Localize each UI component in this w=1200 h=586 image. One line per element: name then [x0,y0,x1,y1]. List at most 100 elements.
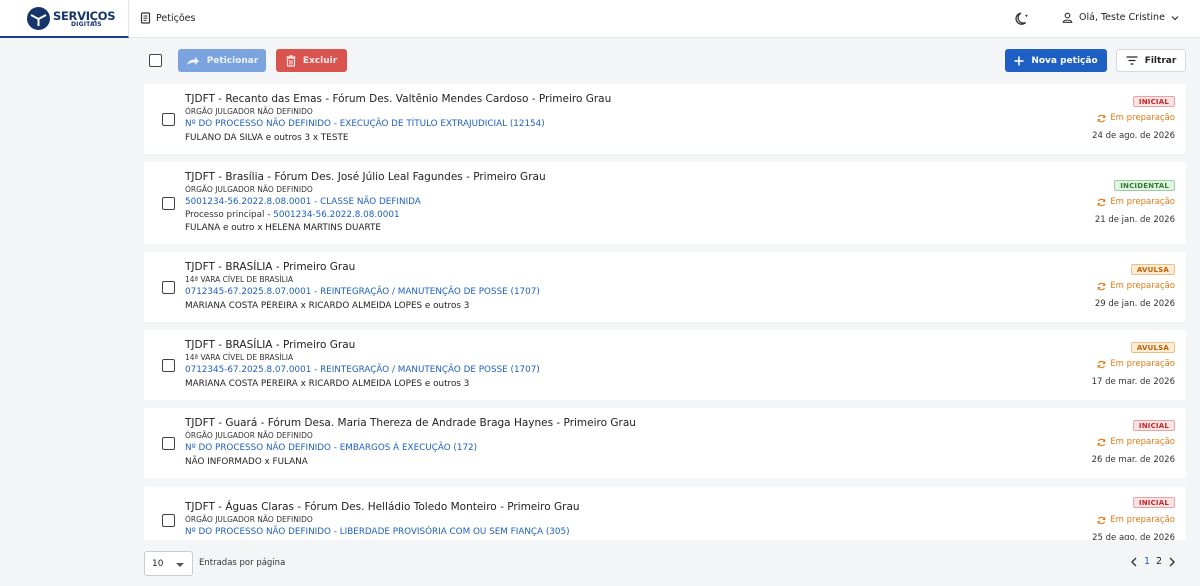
petition-card[interactable]: TJDFT - Recanto das Emas - Fórum Des. Va… [144,84,1186,154]
petition-partes: FULANA e outro x HELENA MARTINS DUARTE [185,223,381,233]
trash-icon [286,54,296,67]
nav-peticoes[interactable]: Petições [140,12,195,24]
petition-title: TJDFT - Brasília - Fórum Des. José Júlio… [185,171,546,183]
petition-partes: FULANO DA SILVA e outros 3 x TESTE [185,133,349,143]
petition-processo-link[interactable]: Nº DO PROCESSO NÃO DEFINIDO - LIBERDADE … [185,527,570,537]
sync-icon [1097,198,1106,206]
petition-type-badge: INCIDENTAL [1114,180,1175,191]
nav-peticoes-label: Petições [156,12,196,24]
petition-processo-link[interactable]: Nº DO PROCESSO NÃO DEFINIDO - EXECUÇÃO D… [185,119,545,129]
petition-orgao: ÓRGÃO JULGADOR NÃO DEFINIDO [185,431,313,440]
entries-per-page-label: Entradas por página [199,558,286,568]
filter-icon [1126,56,1138,65]
entries-per-page-value: 10 [152,559,164,569]
petition-date: 26 de mar. de 2026 [1091,455,1175,465]
excluir-label: Excluir [302,55,338,66]
petition-orgao: 14ª VARA CÍVEL DE BRASÍLIA [185,353,294,362]
nova-peticao-button[interactable]: Nova petição [1005,49,1107,72]
dark-mode-toggle-icon[interactable] [1014,11,1030,27]
entries-per-page-select[interactable]: 10 [144,551,193,576]
petition-date: 24 de ago. de 2026 [1092,131,1175,141]
petition-date: 21 de jan. de 2026 [1094,215,1175,225]
peticionar-label: Peticionar [206,55,259,66]
petition-type-badge: INICIAL [1132,96,1175,107]
petition-checkbox[interactable] [162,359,175,372]
chevron-right-icon[interactable] [1168,557,1176,567]
logo[interactable]: SERVIÇOS DIGITAIS [0,0,129,38]
petition-card[interactable]: TJDFT - Brasília - Fórum Des. José Júlio… [144,162,1186,244]
petition-title: TJDFT - BRASÍLIA - Primeiro Grau [185,339,356,351]
petition-status: Em preparação [1097,281,1175,291]
petition-card[interactable]: TJDFT - BRASÍLIA - Primeiro Grau 14ª VAR… [144,252,1186,322]
petition-card[interactable]: TJDFT - BRASÍLIA - Primeiro Grau 14ª VAR… [144,330,1186,400]
user-greeting: Olá, Teste Cristine [1079,12,1165,23]
petition-title: TJDFT - Guará - Fórum Desa. Maria Therez… [185,417,636,429]
petition-status: Em preparação [1097,515,1175,525]
petition-status-label: Em preparação [1110,113,1175,123]
petition-partes: NÃO INFORMADO x FULANA [185,457,308,467]
peticionar-button[interactable]: Peticionar [178,49,266,72]
logo-text-secondary: DIGITAIS [71,21,102,28]
petition-processo-link[interactable]: 5001234-56.2022.8.08.0001 - CLASSE NÃO D… [185,197,421,207]
pagination: 1 2 [1130,556,1176,567]
petition-processo-link[interactable]: Nº DO PROCESSO NÃO DEFINIDO - EMBARGOS À… [185,443,477,453]
petition-card[interactable]: TJDFT - Guará - Fórum Desa. Maria Therez… [144,408,1186,478]
petition-date: 17 de mar. de 2026 [1091,377,1175,387]
logo-emblem-icon [27,7,50,30]
petition-title: TJDFT - BRASÍLIA - Primeiro Grau [185,261,356,273]
filtrar-button[interactable]: Filtrar [1116,49,1186,72]
sync-icon [1097,438,1106,446]
sync-icon [1097,114,1106,122]
petition-processo-link[interactable]: 0712345-67.2025.8.07.0001 - REINTEGRAÇÃO… [185,365,540,375]
petition-status-label: Em preparação [1110,281,1175,291]
petition-type-badge: AVULSA [1130,342,1175,353]
petition-type-badge: AVULSA [1130,264,1175,275]
sync-icon [1097,516,1106,524]
nova-peticao-label: Nova petição [1031,55,1098,66]
petition-checkbox[interactable] [162,514,175,527]
petition-status: Em preparação [1097,359,1175,369]
petition-orgao: ÓRGÃO JULGADOR NÃO DEFINIDO [185,515,313,524]
petition-orgao: ÓRGÃO JULGADOR NÃO DEFINIDO [185,185,313,194]
petition-type-badge: INICIAL [1132,497,1175,508]
page-1-link[interactable]: 1 [1144,556,1150,567]
app-header: SERVIÇOS DIGITAIS Petições Olá, Teste Cr… [0,0,1200,38]
document-icon [140,12,151,24]
petition-type-badge: INICIAL [1132,420,1175,431]
user-menu[interactable]: Olá, Teste Cristine [1062,12,1179,23]
petition-checkbox[interactable] [162,197,175,210]
petition-title: TJDFT - Recanto das Emas - Fórum Des. Va… [185,93,612,105]
sync-icon [1097,360,1106,368]
dropdown-arrow-icon [176,563,184,567]
processo-principal-label: Processo principal - [185,210,274,220]
petition-processo-principal: Processo principal - 5001234-56.2022.8.0… [185,210,400,220]
petition-orgao: ÓRGÃO JULGADOR NÃO DEFINIDO [185,107,313,116]
petition-status: Em preparação [1097,437,1175,447]
petition-checkbox[interactable] [162,113,175,126]
petition-status-label: Em preparação [1110,515,1175,525]
petition-status: Em preparação [1097,113,1175,123]
chevron-left-icon[interactable] [1130,557,1138,567]
petition-checkbox[interactable] [162,281,175,294]
excluir-button[interactable]: Excluir [276,49,347,72]
page-2-link[interactable]: 2 [1156,556,1162,567]
petition-checkbox[interactable] [162,437,175,450]
petition-partes: MARIANA COSTA PEREIRA x RICARDO ALMEIDA … [185,301,470,311]
petition-status-label: Em preparação [1110,437,1175,447]
filtrar-label: Filtrar [1144,55,1177,66]
petition-orgao: 14ª VARA CÍVEL DE BRASÍLIA [185,275,294,284]
processo-principal-link[interactable]: 5001234-56.2022.8.08.0001 [273,210,399,220]
petition-processo-link[interactable]: 0712345-67.2025.8.07.0001 - REINTEGRAÇÃO… [185,287,540,297]
share-arrow-icon [186,56,199,65]
petition-status-label: Em preparação [1110,197,1175,207]
sync-icon [1097,282,1106,290]
petition-partes: MARIANA COSTA PEREIRA x RICARDO ALMEIDA … [185,379,470,389]
petition-status-label: Em preparação [1110,359,1175,369]
select-all-checkbox[interactable] [149,54,162,67]
plus-icon [1014,56,1024,65]
petition-date: 29 de jan. de 2026 [1094,299,1175,309]
user-icon [1062,12,1073,23]
petition-status: Em preparação [1097,197,1175,207]
petition-title: TJDFT - Águas Claras - Fórum Des. Hellád… [185,501,580,513]
chevron-down-icon [1171,15,1179,20]
